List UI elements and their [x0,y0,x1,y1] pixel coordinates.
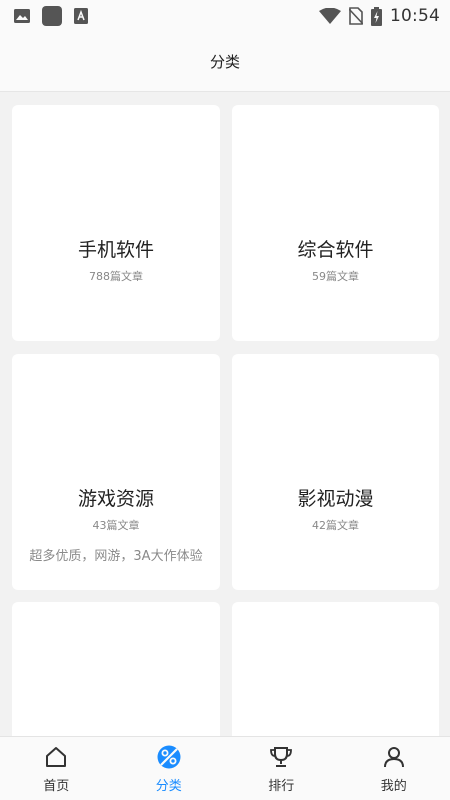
category-card-general-software[interactable]: 综合软件 59篇文章 [232,105,439,341]
category-count: 59篇文章 [312,270,359,283]
category-title: 影视动漫 [297,488,374,510]
wifi-icon [319,8,341,24]
category-icon [156,744,182,770]
category-count: 42篇文章 [312,519,359,532]
tab-label: 我的 [380,778,407,794]
category-count: 43篇文章 [92,519,140,532]
category-card[interactable] [12,602,220,736]
status-clock: 10:54 [390,6,440,26]
category-title: 手机软件 [77,239,154,261]
category-card-film-anime[interactable]: 影视动漫 42篇文章 [232,354,439,590]
home-icon [43,744,69,770]
category-grid: 手机软件 788篇文章 综合软件 59篇文章 游戏资源 43篇文章 超多优质，网… [0,92,450,736]
tab-label: 首页 [43,778,70,794]
tab-label: 分类 [155,778,182,794]
category-card-game-resources[interactable]: 游戏资源 43篇文章 超多优质，网游，3A大作体验 [12,354,220,590]
category-description: 超多优质，网游，3A大作体验 [29,549,203,564]
category-title: 综合软件 [297,239,374,261]
tab-home[interactable]: 首页 [0,737,113,800]
tab-ranking[interactable]: 排行 [225,737,338,800]
bottom-tab-bar: 首页 分类 排行 我的 [0,736,450,800]
category-card[interactable] [232,602,439,736]
tab-label: 排行 [268,778,295,794]
tab-profile[interactable]: 我的 [338,737,450,800]
page-header: 分类 [0,32,450,92]
category-card-mobile-software[interactable]: 手机软件 788篇文章 [12,105,220,341]
font-a-icon [74,8,88,24]
category-title: 游戏资源 [77,488,154,510]
battery-charging-icon [371,6,382,26]
app-square-icon [42,6,62,26]
user-icon [381,744,407,770]
tab-category[interactable]: 分类 [113,737,226,800]
category-count: 788篇文章 [89,270,143,283]
trophy-icon [268,744,294,770]
page-title: 分类 [209,53,240,71]
status-bar: 10:54 [0,0,450,32]
image-icon [14,8,30,24]
no-sim-icon [349,7,363,25]
